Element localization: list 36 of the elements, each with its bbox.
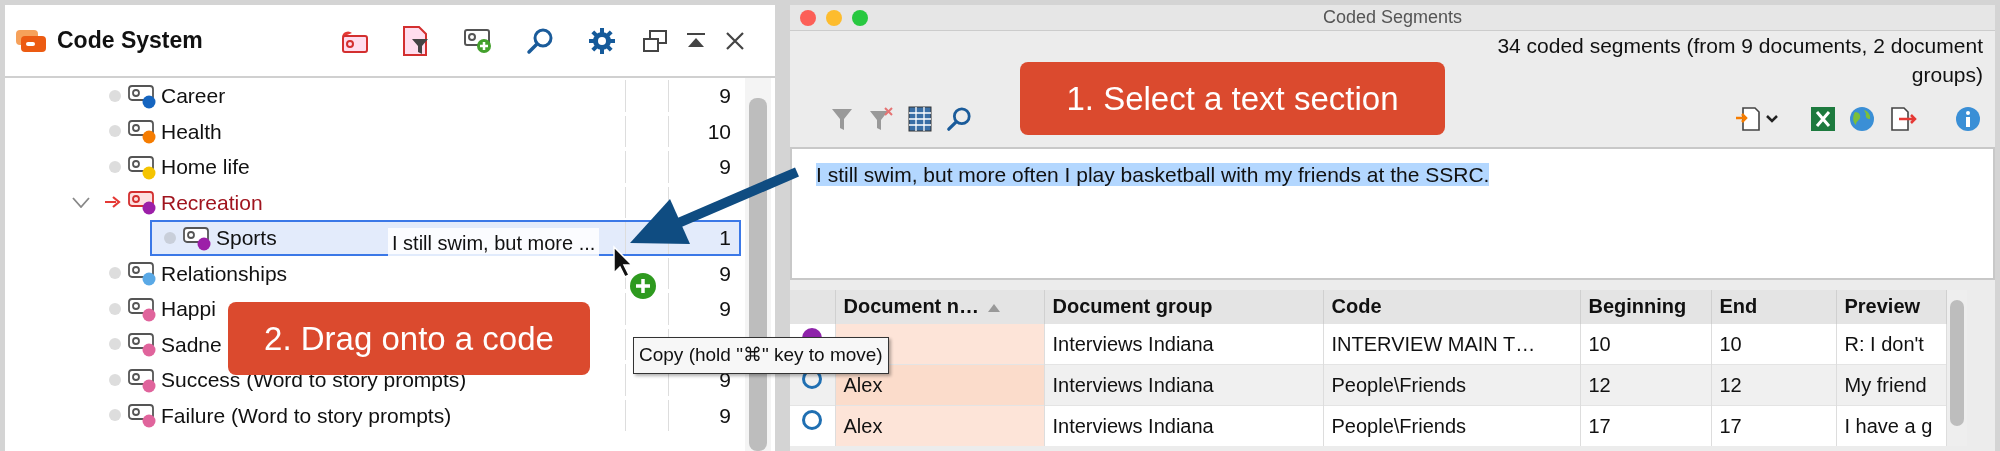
code-count: 9 [718,260,732,287]
drag-tooltip: Copy (hold "⌘" key to move) [633,337,889,374]
code-count: 1 [718,225,732,251]
code-count: 9 [718,154,732,180]
instruction-tooltip: 1. Select a text section [1020,62,1445,135]
code-count: 9 [718,83,732,109]
segment-count-text: 34 coded segments (from 9 documents, 2 document [1496,33,1983,59]
table-cell: I have a g [1836,405,1946,446]
segment-count-text: groups) [1910,62,1983,88]
table-cell: Interviews Indiana [1044,405,1323,446]
code-name: Relationships [161,260,288,287]
code-name: Home life [161,154,250,180]
table-cell: 12 [1580,364,1711,405]
panel-title: Code System [57,26,203,56]
table-cell: Interviews Indiana [1044,364,1323,405]
code-name: Sadne [161,331,222,358]
table-cell: My friend [1836,364,1946,405]
code-name: Career [161,83,226,109]
code-name: Failure (Word to story prompts) [161,402,452,429]
table-cell: Alex [835,364,1044,405]
code-count: 10 [706,118,732,145]
table-cell: Alex [835,405,1044,446]
table-cell: 17 [1580,405,1711,446]
code-name: Recreation [161,189,263,216]
code-name: Happi [161,296,216,322]
instruction-tooltip: 2. Drag onto a code [228,302,590,375]
code-count: 9 [718,402,732,429]
drag-preview-text: I still swim, but more ... [388,228,600,258]
code-name: Health [161,118,222,145]
table-cell: People\Friends [1323,405,1580,446]
table-cell: 17 [1711,405,1836,446]
window-title: Coded Segments [1321,6,1464,29]
table-cell: People\Friends [1323,364,1580,405]
table-cell: 12 [1711,364,1836,405]
code-count: 9 [718,296,732,322]
code-name: Sports [216,225,277,251]
